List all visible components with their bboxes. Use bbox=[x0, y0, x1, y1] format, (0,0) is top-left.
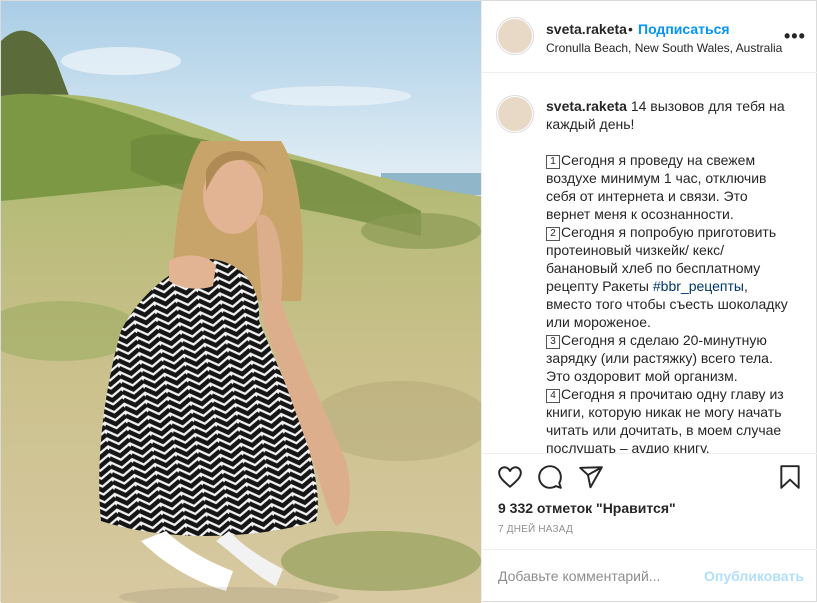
post-caption: sveta.raketa 14 вызовов для тебя на кажд… bbox=[482, 73, 817, 453]
number-3-icon: 3 bbox=[546, 335, 560, 349]
post-actions: 9 332 отметок "Нравится" 7 ДНЕЙ НАЗАД bbox=[482, 453, 817, 549]
heart-icon[interactable] bbox=[497, 464, 523, 490]
likes-count[interactable]: 9 332 отметок "Нравится" bbox=[498, 500, 676, 516]
post-location[interactable]: Cronulla Beach, New South Wales, Austral… bbox=[546, 41, 782, 55]
number-2-icon: 2 bbox=[546, 227, 560, 241]
post-photo[interactable] bbox=[1, 1, 481, 603]
caption-item: 1 Сегодня я проведу на свежем воздухе мин… bbox=[546, 151, 792, 223]
share-icon[interactable] bbox=[578, 464, 604, 490]
caption-item-text: Сегодня я проведу на свежем воздухе мини… bbox=[546, 152, 771, 222]
follow-button[interactable]: Подписаться bbox=[638, 21, 730, 37]
comment-icon[interactable] bbox=[537, 464, 563, 490]
publish-button[interactable]: Опубликовать bbox=[704, 568, 804, 584]
post-author-username[interactable]: sveta.raketa bbox=[546, 21, 627, 37]
hashtag-link[interactable]: #bbr_рецепты bbox=[653, 278, 744, 294]
post-photo-image bbox=[1, 1, 481, 603]
caption-item: 2 Сегодня я попробую приготовить протеино… bbox=[546, 223, 792, 331]
instagram-post: sveta.raketa • Подписаться Cronulla Beac… bbox=[0, 0, 817, 603]
post-header: sveta.raketa • Подписаться Cronulla Beac… bbox=[482, 1, 817, 73]
comment-bar: Добавьте комментарий... Опубликовать bbox=[482, 549, 817, 603]
more-options-icon[interactable]: ••• bbox=[784, 27, 806, 45]
caption-item: 4 Сегодня я прочитаю одну главу из книги,… bbox=[546, 385, 792, 453]
separator-dot: • bbox=[628, 21, 633, 37]
number-4-icon: 4 bbox=[546, 389, 560, 403]
caption-item-text: Сегодня я прочитаю одну главу из книги, … bbox=[546, 386, 788, 453]
comment-input[interactable]: Добавьте комментарий... bbox=[498, 568, 698, 584]
caption-item-text: Сегодня я сделаю 20-минутную зарядку (ил… bbox=[546, 332, 777, 384]
caption-username[interactable]: sveta.raketa bbox=[546, 98, 627, 114]
bookmark-icon[interactable] bbox=[777, 464, 803, 490]
caption-avatar[interactable] bbox=[496, 95, 534, 133]
post-date[interactable]: 7 ДНЕЙ НАЗАД bbox=[498, 524, 573, 535]
post-side-panel: sveta.raketa • Подписаться Cronulla Beac… bbox=[481, 1, 817, 603]
number-1-icon: 1 bbox=[546, 155, 560, 169]
caption-text: sveta.raketa 14 вызовов для тебя на кажд… bbox=[546, 97, 792, 453]
avatar[interactable] bbox=[496, 17, 534, 55]
caption-item: 3 Сегодня я сделаю 20-минутную зарядку (и… bbox=[546, 331, 792, 385]
